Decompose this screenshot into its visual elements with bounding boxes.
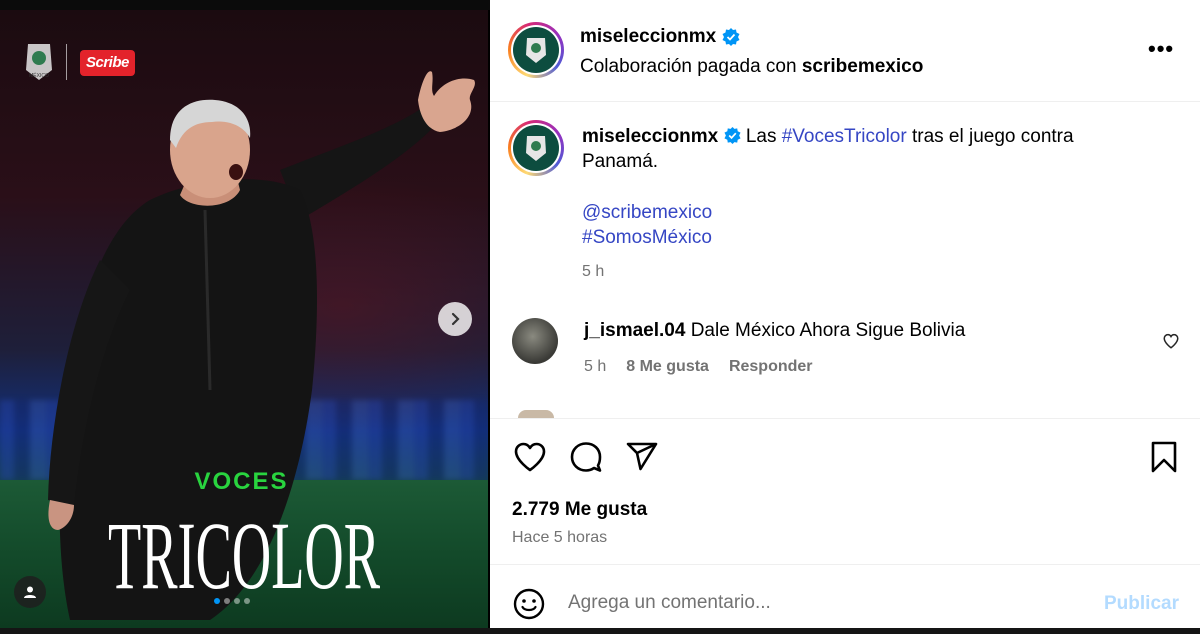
emoji-icon[interactable] <box>512 587 546 621</box>
next-commenter-avatar <box>518 410 554 418</box>
svg-text:MÉXICO: MÉXICO <box>29 72 49 79</box>
title-voces: VOCES <box>194 468 289 495</box>
title-tricolor: TRICOLOR <box>108 502 380 598</box>
svg-text:TRICOLOR: TRICOLOR <box>108 502 380 598</box>
post-details-panel: miseleccionmx Colaboración pagada con sc… <box>490 0 1200 628</box>
logo-divider <box>66 44 67 80</box>
verified-badge-icon <box>724 127 741 144</box>
author-username[interactable]: miseleccionmx <box>580 26 716 48</box>
scribe-logo: Scribe <box>80 50 135 76</box>
author-avatar[interactable] <box>508 22 564 78</box>
carousel-dot <box>224 598 230 604</box>
comment-like-heart-icon[interactable] <box>1162 332 1180 350</box>
comment-meta: 5 h 8 Me gusta Responder <box>584 358 813 376</box>
comment-time[interactable]: 5 h <box>584 358 606 376</box>
post-caption: miseleccionmx Las #VocesTricolor tras el… <box>582 124 1102 284</box>
crest-icon <box>526 38 546 63</box>
author-username-row[interactable]: miseleccionmx <box>580 26 740 48</box>
seleccion-crest-avatar <box>513 27 559 73</box>
paid-partnership: Colaboración pagada con scribemexico <box>580 56 923 78</box>
post-timestamp[interactable]: Hace 5 horas <box>512 529 607 547</box>
post-media[interactable]: MÉXICO Scribe VOCES TRICOLOR <box>0 10 488 628</box>
partner-link[interactable]: scribemexico <box>802 56 923 77</box>
like-heart-icon[interactable] <box>512 439 548 475</box>
comment-text: Dale México Ahora Sigue Bolivia <box>690 320 966 341</box>
likes-count[interactable]: 2.779 Me gusta <box>512 499 647 521</box>
crest-icon <box>526 136 546 161</box>
carousel-dot <box>244 598 250 604</box>
post-header: miseleccionmx Colaboración pagada con sc… <box>490 0 1200 102</box>
avatar-border <box>511 25 561 75</box>
comment-likes[interactable]: 8 Me gusta <box>626 358 709 376</box>
more-options-button[interactable]: ••• <box>1148 36 1174 62</box>
mexico-crest-logo: MÉXICO <box>26 44 52 80</box>
chevron-right-icon <box>451 312 460 326</box>
comment-username[interactable]: j_ismael.04 <box>584 320 685 341</box>
hashtag-vocestricolor[interactable]: #VocesTricolor <box>782 126 907 147</box>
caption-text-before: Las <box>745 126 777 147</box>
caption-avatar[interactable] <box>508 120 564 176</box>
avatar-border <box>511 123 561 173</box>
caption-time[interactable]: 5 h <box>582 263 604 280</box>
carousel-dot <box>214 598 220 604</box>
bottom-strip <box>0 628 1200 634</box>
comment-reply-button[interactable]: Responder <box>729 358 813 376</box>
carousel-dot <box>234 598 240 604</box>
paid-prefix: Colaboración pagada con <box>580 56 797 77</box>
next-slide-button[interactable] <box>438 302 472 336</box>
save-bookmark-icon[interactable] <box>1146 439 1182 475</box>
verified-badge-icon <box>722 28 740 46</box>
comment-bubble-icon[interactable] <box>568 439 604 475</box>
commenter-avatar[interactable] <box>512 318 558 364</box>
hashtag-somosmexico[interactable]: #SomosMéxico <box>582 227 712 248</box>
comment-input[interactable] <box>568 587 1088 619</box>
publish-button[interactable]: Publicar <box>1104 593 1179 615</box>
tagged-users-button[interactable] <box>14 576 46 608</box>
post-actions: 2.779 Me gusta Hace 5 horas <box>490 418 1200 564</box>
mention-scribemexico[interactable]: @scribemexico <box>582 202 712 223</box>
seleccion-crest-avatar <box>513 125 559 171</box>
share-paperplane-icon[interactable] <box>624 439 660 475</box>
caption-username[interactable]: miseleccionmx <box>582 126 718 147</box>
comment: j_ismael.04 Dale México Ahora Sigue Boli… <box>584 320 965 342</box>
person-icon <box>24 586 36 598</box>
comment-composer: Publicar <box>490 564 1200 628</box>
carousel-dots <box>214 598 250 604</box>
